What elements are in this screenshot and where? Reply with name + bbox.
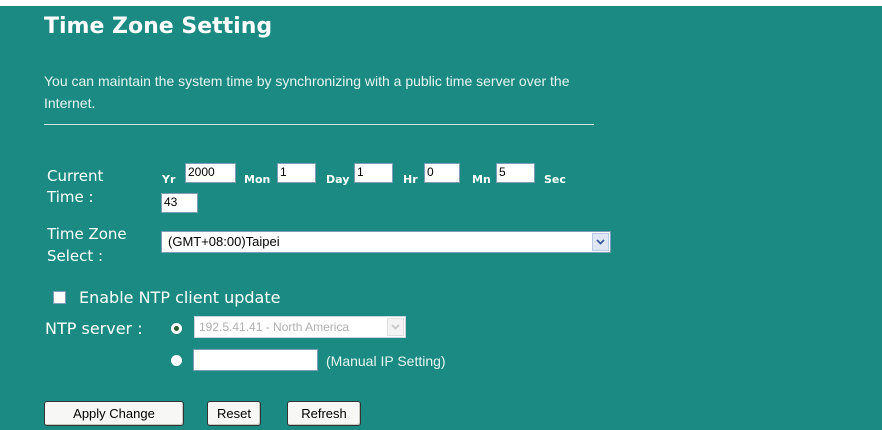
mon-label: Mon bbox=[244, 173, 271, 186]
manual-ip-input[interactable] bbox=[193, 349, 318, 371]
chevron-down-icon[interactable] bbox=[592, 233, 609, 251]
apply-change-button[interactable]: Apply Change bbox=[44, 401, 184, 426]
chevron-down-icon[interactable] bbox=[387, 318, 404, 336]
day-label: Day bbox=[326, 173, 350, 186]
mn-label: Mn bbox=[472, 173, 491, 186]
enable-ntp-checkbox[interactable] bbox=[53, 291, 66, 304]
time-zone-select[interactable]: (GMT+08:00)Taipei bbox=[161, 231, 611, 253]
ntp-server-selected-value: 192.5.41.41 - North America bbox=[199, 320, 350, 334]
time-zone-panel: Time Zone Setting You can maintain the s… bbox=[0, 0, 882, 430]
current-time-label-line1: Current bbox=[47, 167, 104, 185]
ntp-server-list-radio[interactable] bbox=[171, 323, 182, 334]
reset-button[interactable]: Reset bbox=[207, 401, 261, 426]
time-zone-label-line1: Time Zone bbox=[47, 225, 127, 243]
yr-label: Yr bbox=[162, 173, 176, 186]
month-input[interactable]: 1 bbox=[277, 163, 316, 183]
ntp-server-label: NTP server : bbox=[45, 319, 143, 338]
ntp-server-select[interactable]: 192.5.41.41 - North America bbox=[194, 316, 406, 338]
refresh-button[interactable]: Refresh bbox=[287, 401, 361, 426]
hour-input[interactable]: 0 bbox=[424, 163, 460, 183]
divider bbox=[44, 124, 594, 125]
minute-input[interactable]: 5 bbox=[496, 163, 535, 183]
manual-ip-label: (Manual IP Setting) bbox=[326, 353, 446, 369]
page-description: You can maintain the system time by sync… bbox=[44, 73, 570, 111]
time-zone-label-line2: Select : bbox=[47, 247, 104, 265]
enable-ntp-label: Enable NTP client update bbox=[79, 288, 281, 307]
year-input[interactable]: 2000 bbox=[185, 163, 236, 183]
second-input[interactable]: 43 bbox=[161, 193, 198, 213]
day-input[interactable]: 1 bbox=[354, 163, 393, 183]
ntp-manual-radio[interactable] bbox=[171, 355, 182, 366]
current-time-label-line2: Time : bbox=[47, 188, 94, 206]
sec-label: Sec bbox=[544, 173, 566, 186]
time-zone-selected-value: (GMT+08:00)Taipei bbox=[168, 234, 280, 249]
hr-label: Hr bbox=[403, 173, 418, 186]
page-title: Time Zone Setting bbox=[44, 14, 273, 39]
